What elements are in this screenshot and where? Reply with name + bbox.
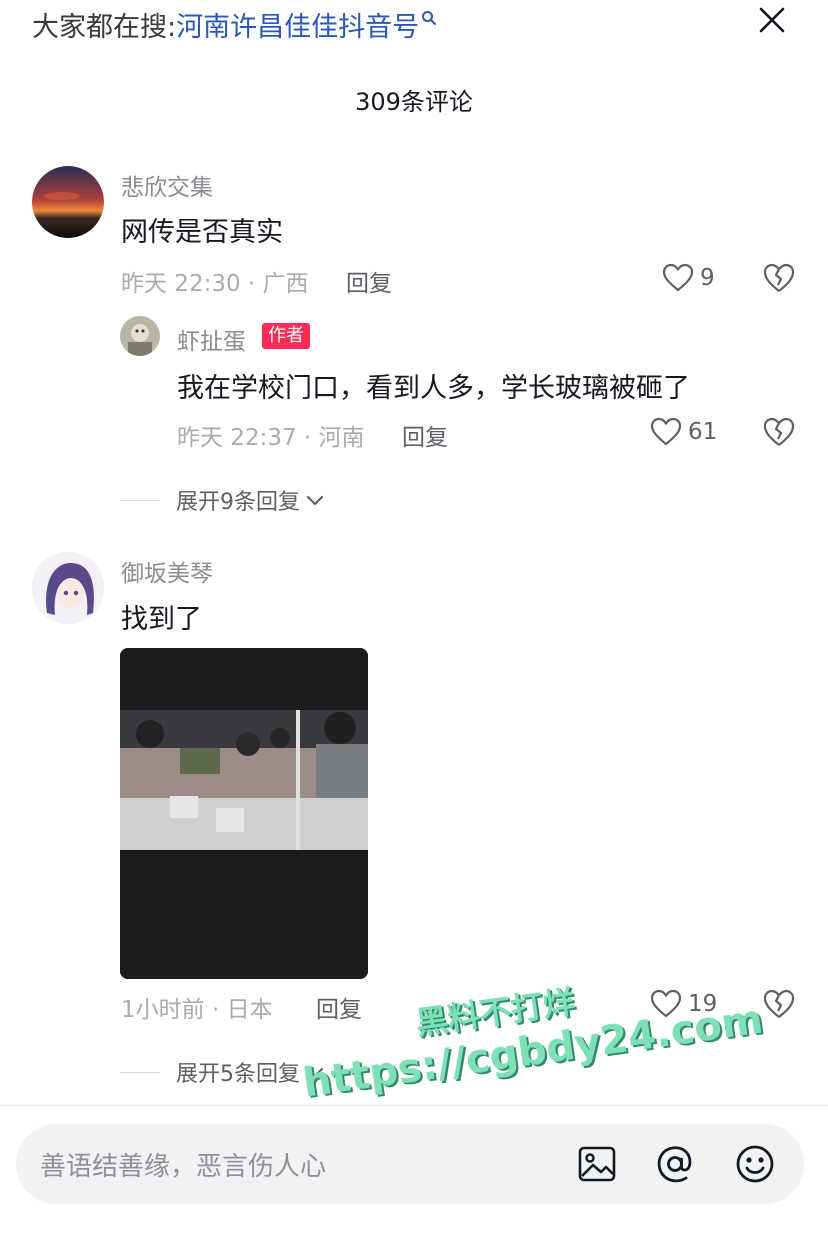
like-count: 61: [688, 419, 718, 445]
emoji-icon[interactable]: [734, 1143, 776, 1185]
comment-text: 找到了: [121, 604, 202, 635]
close-icon[interactable]: [752, 2, 792, 42]
divider: [120, 1071, 160, 1073]
broken-heart-icon[interactable]: [762, 415, 796, 449]
reply-button[interactable]: 回复: [346, 264, 392, 298]
like-button[interactable]: 61: [650, 414, 717, 450]
search-suggestion[interactable]: 大家都在搜:河南许昌佳佳抖音号: [32, 10, 437, 46]
expand-replies-button[interactable]: 展开5条回复: [120, 1057, 326, 1087]
comment-meta: 昨天 22:30 · 广西: [121, 271, 309, 297]
avatar-image: [120, 316, 160, 356]
watermark-title: 黑料不打烊: [413, 982, 578, 1043]
like-button[interactable]: 9: [662, 260, 715, 296]
comment-username[interactable]: 御坂美琴: [121, 554, 213, 588]
comment-photo[interactable]: [120, 648, 368, 979]
heart-icon: [650, 989, 682, 1018]
like-count: 19: [688, 991, 718, 1017]
avatar[interactable]: [120, 316, 160, 356]
like-button[interactable]: 19: [650, 986, 717, 1022]
comment-meta: 1小时前 · 日本: [121, 997, 273, 1023]
avatar[interactable]: [32, 552, 104, 624]
mention-icon[interactable]: [654, 1143, 696, 1185]
broken-heart-icon[interactable]: [762, 987, 796, 1021]
top-bar: 大家都在搜:河南许昌佳佳抖音号: [0, 0, 828, 60]
divider: [120, 499, 160, 501]
broken-heart-icon[interactable]: [762, 261, 796, 295]
comment-input-placeholder: 善语结善缘，恶言伤人心: [40, 1152, 327, 1182]
chevron-down-icon: [306, 1067, 324, 1078]
comment-count: 309条评论: [355, 88, 473, 116]
chevron-down-icon: [306, 495, 324, 506]
search-suggestion-term[interactable]: 河南许昌佳佳抖音号: [176, 12, 419, 43]
comment-username[interactable]: 悲欣交集: [121, 168, 213, 202]
author-badge: 作者: [262, 323, 310, 349]
expand-replies-label: 展开9条回复: [176, 490, 300, 515]
image-icon[interactable]: [576, 1143, 618, 1185]
search-suggestion-prefix: 大家都在搜:: [32, 12, 177, 43]
comment-input[interactable]: 善语结善缘，恶言伤人心: [16, 1124, 804, 1204]
reply-button[interactable]: 回复: [402, 418, 448, 452]
expand-replies-button[interactable]: 展开9条回复: [120, 485, 326, 515]
comment-text: 网传是否真实: [121, 217, 283, 248]
heart-icon: [662, 263, 694, 292]
search-icon: [422, 11, 437, 25]
avatar[interactable]: [32, 166, 104, 238]
avatar-anime-image: [33, 553, 103, 623]
reply-username[interactable]: 虾扯蛋: [177, 322, 246, 356]
reply-meta: 昨天 22:37 · 河南: [177, 425, 365, 451]
avatar-sunset-image: [32, 166, 104, 238]
reply-button[interactable]: 回复: [316, 990, 362, 1024]
comment-input-bar: 善语结善缘，恶言伤人心: [0, 1105, 828, 1240]
heart-icon: [650, 417, 682, 446]
reply-text: 我在学校门口，看到人多，学长玻璃被砸了: [177, 373, 690, 404]
like-count: 9: [700, 265, 715, 291]
photo-content: [120, 648, 368, 979]
expand-replies-label: 展开5条回复: [176, 1062, 300, 1087]
